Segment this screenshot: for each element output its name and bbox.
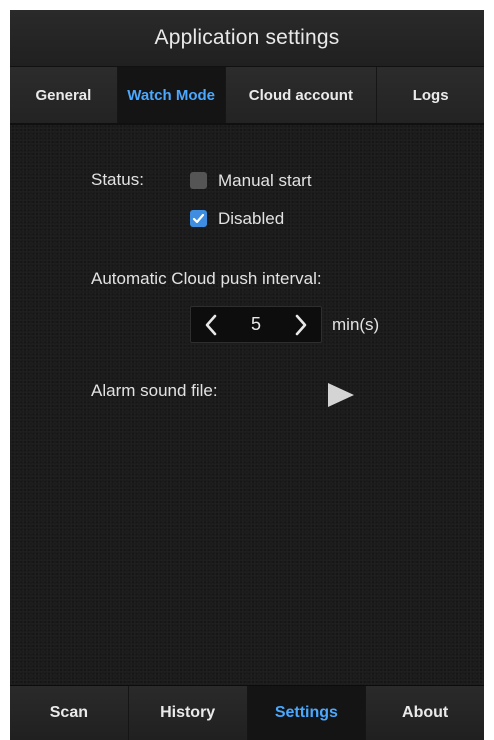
settings-tabs: General Watch Mode Cloud account Logs: [10, 67, 484, 125]
push-interval-stepper[interactable]: 5: [190, 306, 322, 343]
chevron-left-icon: [205, 314, 217, 335]
nav-scan[interactable]: Scan: [10, 686, 129, 740]
status-label: Status:: [91, 170, 144, 189]
disabled-label[interactable]: Disabled: [218, 209, 284, 229]
app-screen: Application settings General Watch Mode …: [10, 10, 484, 740]
page-title: Application settings: [154, 26, 340, 49]
alarm-sound-label: Alarm sound file:: [91, 381, 218, 400]
tab-watch-mode[interactable]: Watch Mode: [117, 67, 226, 123]
bottom-nav: Scan History Settings About: [10, 685, 484, 740]
manual-start-label[interactable]: Manual start: [218, 171, 312, 191]
increment-button[interactable]: [281, 307, 321, 342]
nav-settings[interactable]: Settings: [247, 686, 367, 740]
disabled-checkbox[interactable]: [190, 210, 207, 227]
nav-about[interactable]: About: [366, 686, 484, 740]
push-interval-label: Automatic Cloud push interval:: [91, 269, 322, 288]
checkmark-icon: [192, 213, 205, 224]
tab-general[interactable]: General: [10, 67, 118, 123]
play-icon: [328, 383, 354, 407]
tab-cloud-account[interactable]: Cloud account: [225, 67, 378, 123]
decrement-button[interactable]: [191, 307, 231, 342]
nav-history[interactable]: History: [128, 686, 248, 740]
play-alarm-button[interactable]: [326, 382, 356, 408]
manual-start-checkbox[interactable]: [190, 172, 207, 189]
tab-logs[interactable]: Logs: [377, 67, 484, 123]
push-interval-value: 5: [250, 314, 261, 334]
chevron-right-icon: [295, 314, 307, 335]
push-interval-unit: min(s): [332, 315, 380, 334]
title-bar: Application settings: [10, 10, 484, 67]
